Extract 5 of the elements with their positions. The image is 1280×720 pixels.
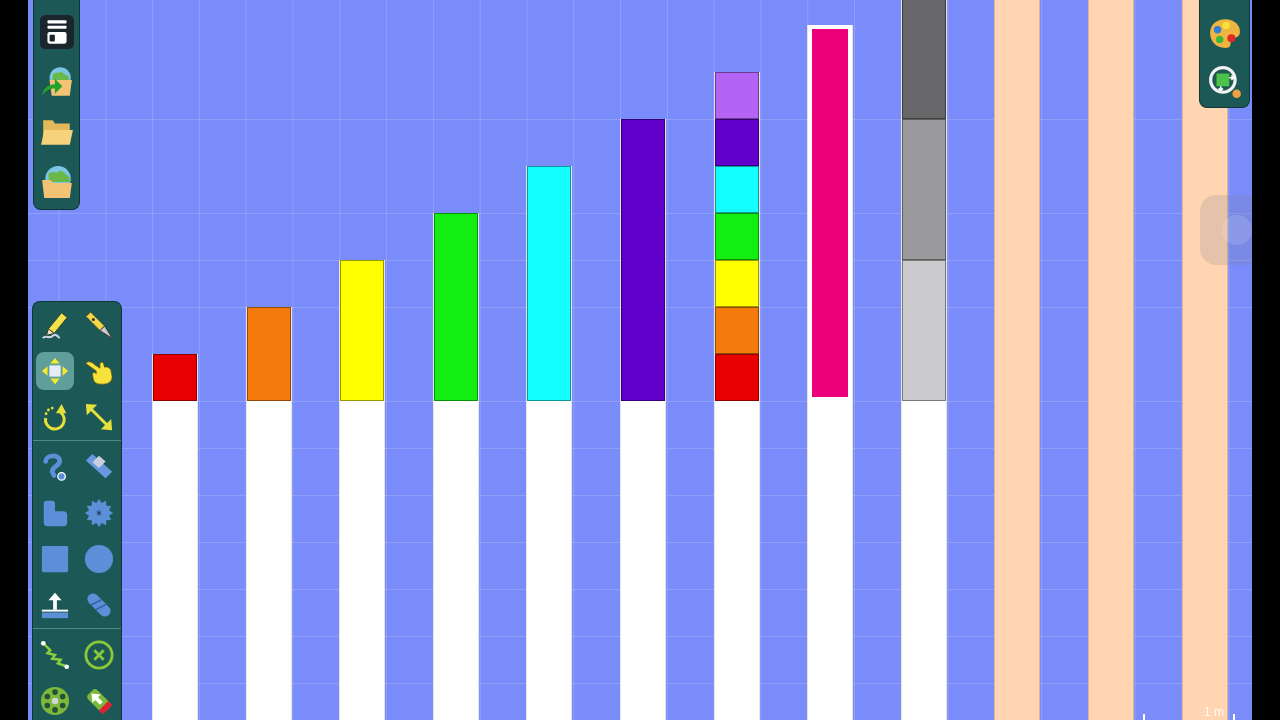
circle-icon [1222,215,1252,245]
scale-label: 1 m [1204,705,1224,719]
scale-tick-icon [1233,714,1235,720]
scale-tick-icon [1143,714,1145,720]
toolbar-handle[interactable] [1200,195,1252,265]
